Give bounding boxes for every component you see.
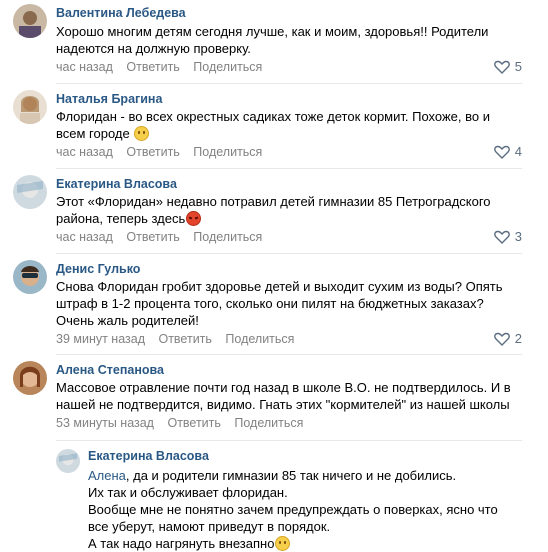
comment-text: Этот «Флоридан» недавно потравил детей г… — [56, 193, 526, 227]
comment-text: Алена, да и родители гимназии 85 так нич… — [88, 467, 528, 552]
angry-emoji-icon — [186, 211, 202, 226]
comment-text: Массовое отравление почти год назад в шк… — [56, 379, 526, 413]
like-count: 4 — [514, 144, 522, 159]
share-button[interactable]: Поделиться — [234, 416, 303, 430]
comment-text: Флоридан - во всех окрестных садиках тож… — [56, 108, 526, 142]
like-count: 2 — [514, 331, 522, 346]
comment-meta: час назад Ответить Поделиться — [56, 230, 272, 244]
share-button[interactable]: Поделиться — [193, 145, 262, 159]
text-line: нашей не подтвердится, видимо. Гнать эти… — [56, 397, 510, 412]
text-line: , да и родители гимназии 85 так ничего и… — [125, 468, 457, 483]
text-line: все уберут, намоют приведут в порядок. — [88, 519, 331, 534]
text-line: Очень жаль родителей! — [56, 313, 199, 328]
smile-emoji-icon — [275, 536, 291, 551]
like-button[interactable]: 4 — [493, 144, 522, 159]
text-line: Снова Флоридан гробит здоровье детей и в… — [56, 279, 503, 294]
divider — [56, 83, 522, 84]
comment-meta: час назад Ответить Поделиться — [56, 145, 272, 159]
text-line: Массовое отравление почти год назад в шк… — [56, 380, 511, 395]
like-button[interactable]: 2 — [493, 331, 522, 346]
reply-button[interactable]: Ответить — [158, 332, 211, 346]
comment-time[interactable]: 39 минут назад — [56, 332, 145, 346]
divider — [56, 440, 522, 441]
share-button[interactable]: Поделиться — [193, 230, 262, 244]
comment-meta: 39 минут назад Ответить Поделиться — [56, 332, 304, 346]
share-button[interactable]: Поделиться — [225, 332, 294, 346]
reply-addressee-link[interactable]: Алена — [88, 468, 126, 483]
reply-button[interactable]: Ответить — [167, 416, 220, 430]
text-line: надеются на должную проверку. — [56, 41, 251, 56]
like-button[interactable]: 3 — [493, 229, 522, 244]
reply-button[interactable]: Ответить — [126, 60, 179, 74]
comment-time[interactable]: 53 минуты назад — [56, 416, 154, 430]
like-button[interactable]: 5 — [493, 59, 522, 74]
comment-author[interactable]: Валентина Лебедева — [56, 6, 186, 20]
text-line: Их так и обслуживает флоридан. — [88, 485, 288, 500]
comment-text: Хорошо многим детям сегодня лучше, как и… — [56, 23, 526, 57]
reply-button[interactable]: Ответить — [126, 145, 179, 159]
text-line: штраф в 1-2 процента того, сколько они п… — [56, 296, 484, 311]
heart-outline-icon — [493, 145, 510, 159]
text-line: Вообще мне не понятно зачем предупреждат… — [88, 502, 498, 517]
share-button[interactable]: Поделиться — [193, 60, 262, 74]
divider — [56, 354, 522, 355]
reply-button[interactable]: Ответить — [126, 230, 179, 244]
divider — [56, 253, 522, 254]
comment-author[interactable]: Денис Гулько — [56, 262, 140, 276]
heart-outline-icon — [493, 332, 510, 346]
avatar[interactable] — [56, 449, 80, 473]
avatar[interactable] — [13, 361, 47, 395]
comment-meta: 53 минуты назад Ответить Поделиться — [56, 416, 313, 430]
text-line: Хорошо многим детям сегодня лучше, как и… — [56, 24, 489, 39]
comment-author[interactable]: Наталья Брагина — [56, 92, 162, 106]
divider — [56, 168, 522, 169]
comment-time[interactable]: час назад — [56, 145, 113, 159]
heart-outline-icon — [493, 230, 510, 244]
comments-feed: Валентина Лебедева Хорошо многим детям с… — [0, 0, 548, 552]
comment-author[interactable]: Алена Степанова — [56, 363, 164, 377]
comment-meta: час назад Ответить Поделиться — [56, 60, 272, 74]
avatar[interactable] — [13, 175, 47, 209]
like-count: 5 — [514, 59, 522, 74]
text-line: всем городе — [56, 126, 130, 141]
like-count: 3 — [514, 229, 522, 244]
comment-text: Снова Флоридан гробит здоровье детей и в… — [56, 278, 526, 329]
comment-author[interactable]: Екатерина Власова — [88, 449, 209, 463]
heart-outline-icon — [493, 60, 510, 74]
comment-time[interactable]: час назад — [56, 60, 113, 74]
comment-time[interactable]: час назад — [56, 230, 113, 244]
text-line: Этот «Флоридан» недавно потравил детей г… — [56, 194, 491, 209]
smile-emoji-icon — [134, 126, 150, 141]
text-line: Флоридан - во всех окрестных садиках тож… — [56, 109, 490, 124]
text-line: А так надо нагрянуть внезапно — [88, 536, 275, 551]
comment-author[interactable]: Екатерина Власова — [56, 177, 177, 191]
text-line: района, теперь здесь — [56, 211, 186, 226]
avatar[interactable] — [13, 90, 47, 124]
avatar[interactable] — [13, 260, 47, 294]
avatar[interactable] — [13, 4, 47, 38]
